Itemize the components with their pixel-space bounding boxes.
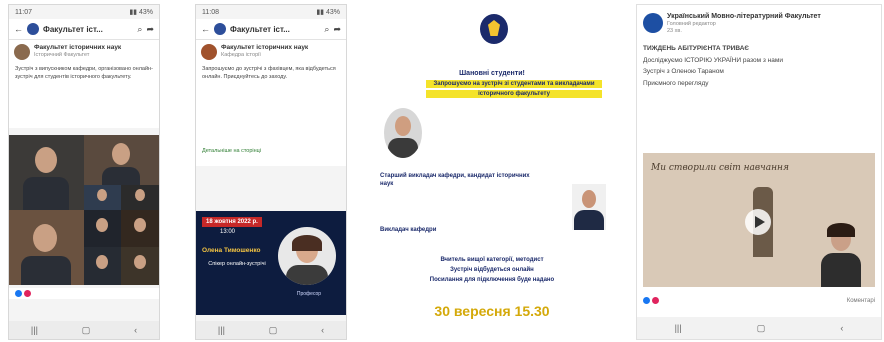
post-group[interactable]: Кафедра історії (221, 52, 308, 59)
author-avatar[interactable] (14, 44, 30, 60)
event-poster: Шановні студенти! Запрошуємо на зустріч … (372, 4, 612, 338)
post-line-2: Досліджуємо ІСТОРІЮ УКРАЇНИ разом з нами (637, 54, 881, 66)
page-avatar (27, 23, 39, 35)
back-icon[interactable]: ‹ (321, 325, 324, 335)
status-bar: 11:07 ▮▮ 43% (9, 5, 159, 19)
post-line-3: Зустріч з Оленою Тараном (637, 66, 881, 78)
speaker-1-info: Старший викладач кафедри, кандидат істор… (380, 173, 530, 187)
post-text: Запрошуємо до зустрічі з фахівцем, яка в… (196, 64, 346, 146)
video-tile (121, 210, 159, 247)
video-person (819, 223, 863, 287)
back-arrow-icon[interactable]: ← (14, 24, 23, 34)
post-header: Український Мовно-літературний Факультет… (637, 5, 881, 43)
video-tile (84, 185, 121, 210)
speaker-caption: Професор (296, 291, 322, 297)
post-author[interactable]: Факультет історичних наук (221, 44, 308, 52)
app-header: ← Факультет іст... ⌕ ➦ (9, 19, 159, 40)
search-icon[interactable]: ⌕ (324, 24, 329, 34)
post-header: Факультет історичних наук Кафедра історі… (196, 40, 346, 64)
post-video[interactable]: Ми створили світ навчання (643, 153, 875, 287)
speaker-2-photo (572, 184, 606, 230)
comments-link[interactable]: Коментарі (847, 298, 875, 304)
status-icons: ▮▮ 43% (316, 9, 340, 16)
video-tile (9, 210, 84, 285)
status-time: 11:07 (15, 8, 32, 16)
poster-greeting: Шановні студенти! (459, 70, 525, 77)
video-call-grid[interactable] (9, 135, 159, 285)
recent-apps-icon[interactable]: ||| (675, 323, 682, 333)
like-icon (643, 297, 650, 304)
home-icon[interactable]: ▢ (82, 325, 91, 336)
speaker-2-info: Викладач кафедри (380, 227, 437, 233)
video-caption: Ми створили світ навчання (651, 163, 789, 173)
video-tile (84, 135, 159, 185)
recent-apps-icon[interactable]: ||| (31, 325, 38, 335)
screenshot-panel-1: 11:07 ▮▮ 43% ← Факультет іст... ⌕ ➦ Факу… (8, 4, 160, 340)
event-date: 18 жовтня 2022 р. (206, 219, 258, 225)
post-author[interactable]: Український Мовно-літературний Факультет (667, 13, 821, 21)
reaction-bar[interactable] (9, 288, 159, 299)
recent-apps-icon[interactable]: ||| (218, 325, 225, 335)
video-tile (84, 210, 121, 247)
share-icon[interactable]: ➦ (333, 24, 341, 34)
reaction-bar[interactable]: Коментарі (637, 295, 881, 306)
post-link[interactable]: Детальніше на сторінці (196, 146, 346, 166)
home-icon[interactable]: ▢ (757, 323, 766, 334)
android-nav-bar: ||| ▢ ‹ (196, 321, 346, 339)
speaker-photo (278, 227, 336, 285)
author-avatar[interactable] (643, 13, 663, 33)
poster-invite: Запрошуємо на зустріч зі студентами та в… (426, 80, 602, 88)
video-tile (121, 247, 159, 285)
love-icon (652, 297, 659, 304)
screenshot-panel-2: 11:08 ▮▮ 43% ← Факультет іст... ⌕ ➦ Факу… (195, 4, 347, 340)
status-bar: 11:08 ▮▮ 43% (196, 5, 346, 19)
search-icon[interactable]: ⌕ (137, 24, 142, 34)
post-sub: Головний редактор (667, 21, 716, 27)
event-date-badge: 18 жовтня 2022 р. (202, 217, 262, 227)
poster-footer-1: Вчитель вищої категорії, методист (440, 257, 544, 263)
post-text: Зустріч з випускником кафедри, організов… (9, 64, 159, 128)
speaker-desc: Спікер онлайн-зустрічі (208, 261, 266, 267)
android-nav-bar: ||| ▢ ‹ (637, 317, 881, 339)
page-avatar (214, 23, 226, 35)
love-icon (24, 290, 31, 297)
video-tile (121, 185, 159, 210)
post-line-4: Приємного перегляду (637, 77, 881, 89)
post-author[interactable]: Факультет історичних наук (34, 44, 121, 52)
back-icon[interactable]: ‹ (134, 325, 137, 335)
screenshot-panel-4: Український Мовно-літературний Факультет… (636, 4, 882, 340)
post-header: Факультет історичних наук Історичний Фак… (9, 40, 159, 64)
post-line-1: ТИЖДЕНЬ АБІТУРІЄНТА ТРИВАЄ (637, 43, 881, 55)
post-time: 23 хв. (667, 28, 682, 34)
poster-date: 30 вересня 15.30 (434, 303, 550, 319)
page-title[interactable]: Факультет іст... (230, 25, 320, 34)
author-avatar[interactable] (201, 44, 217, 60)
play-button-icon[interactable] (745, 209, 771, 235)
status-time: 11:08 (202, 8, 219, 16)
poster-footer-3: Посилання для підключення буде надано (429, 277, 555, 283)
android-nav-bar: ||| ▢ ‹ (9, 321, 159, 339)
university-emblem (480, 14, 508, 44)
event-promo-image[interactable]: 18 жовтня 2022 р. 13:00 Олена Тимошенко … (196, 211, 346, 315)
poster-invite-2: історичного факультету (426, 90, 602, 98)
video-tile (9, 135, 84, 210)
video-tile (84, 247, 121, 285)
speaker-name: Олена Тимошенко (202, 247, 261, 254)
status-icons: ▮▮ 43% (129, 9, 153, 16)
app-header: ← Факультет іст... ⌕ ➦ (196, 19, 346, 40)
event-time: 13:00 (220, 229, 236, 235)
poster-footer-2: Зустріч відбудеться онлайн (450, 267, 534, 273)
like-icon (15, 290, 22, 297)
page-title[interactable]: Факультет іст... (43, 25, 133, 34)
back-arrow-icon[interactable]: ← (201, 24, 210, 34)
home-icon[interactable]: ▢ (269, 325, 278, 336)
back-icon[interactable]: ‹ (840, 323, 843, 333)
share-icon[interactable]: ➦ (146, 24, 154, 34)
post-group[interactable]: Історичний Факультет (34, 52, 121, 59)
speaker-1-photo (384, 108, 422, 158)
